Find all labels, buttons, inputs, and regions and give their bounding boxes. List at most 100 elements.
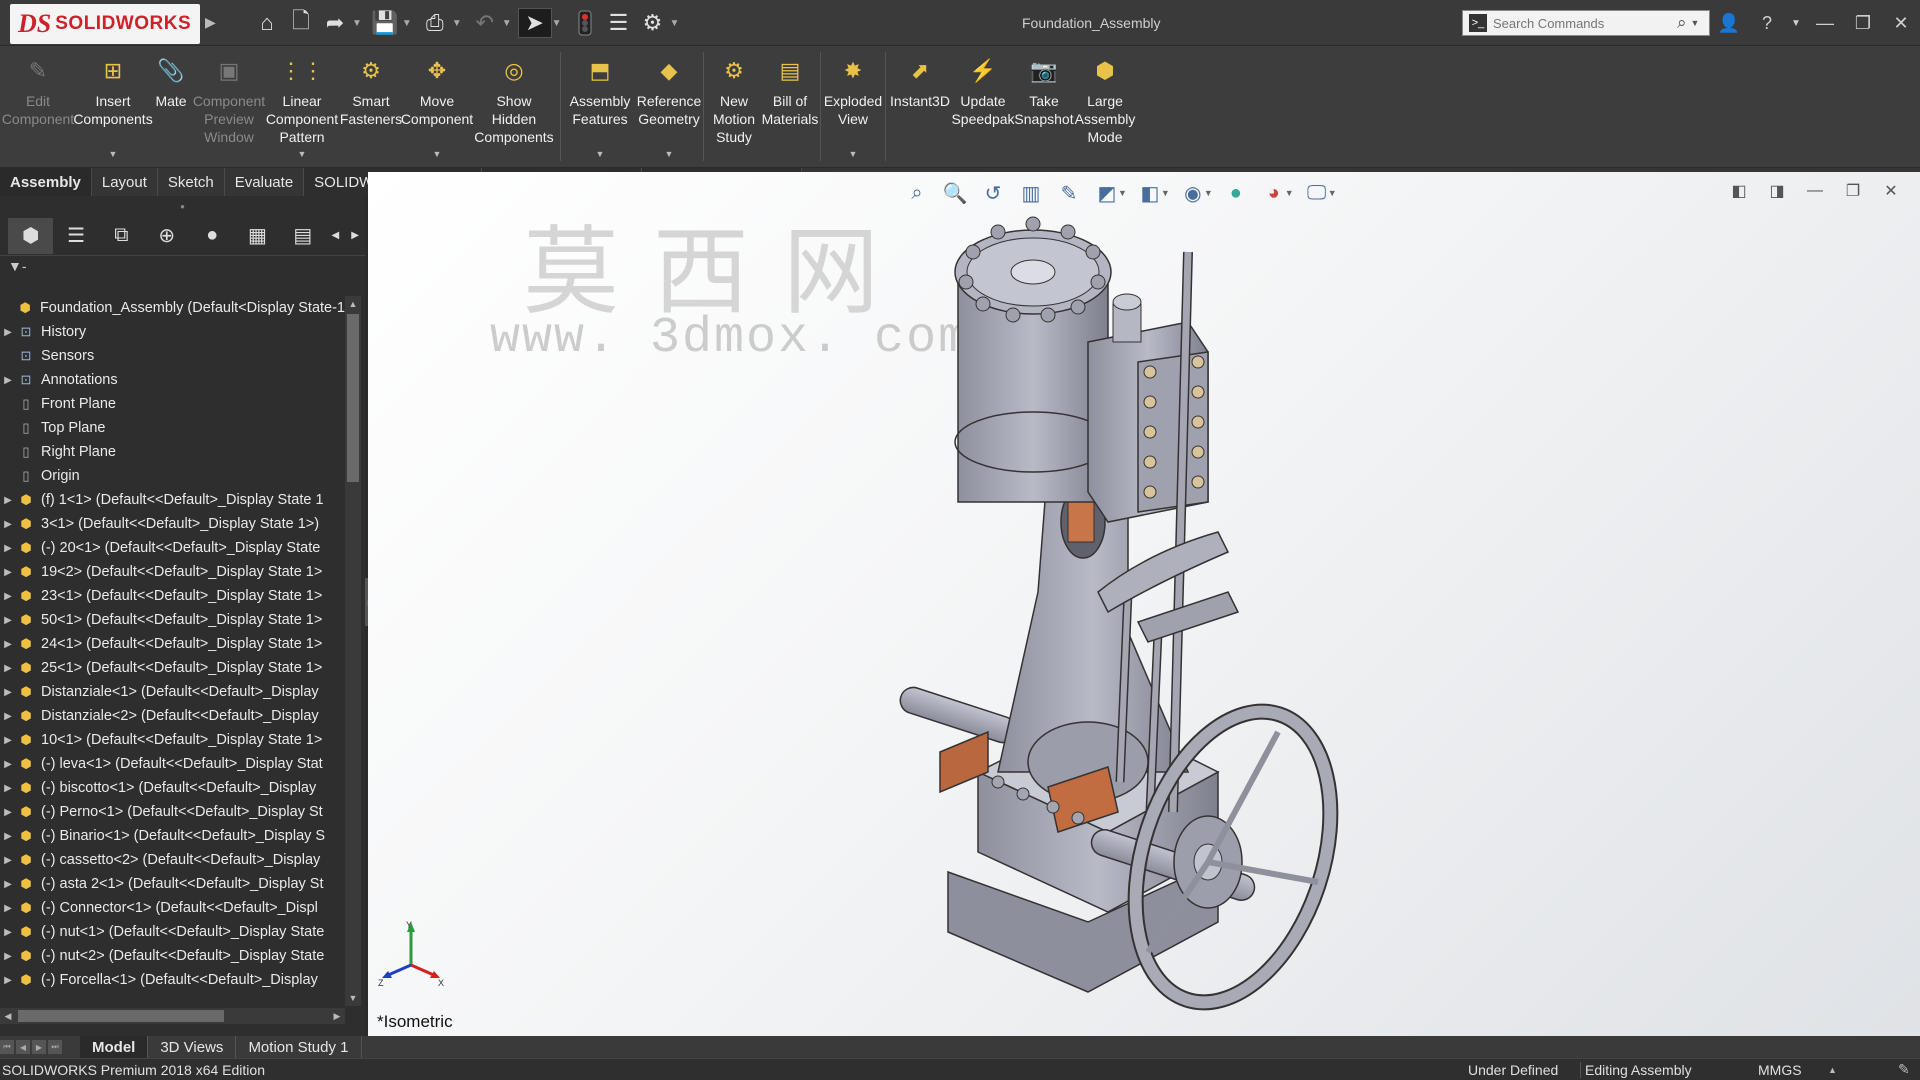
ribbon-dropdown-icon[interactable]: ▼ (109, 145, 118, 163)
section-view-icon[interactable]: ▥ (1012, 177, 1050, 209)
first-tab-icon[interactable]: ⏮ (0, 1040, 14, 1054)
next-tab-icon[interactable]: ▶ (32, 1040, 46, 1054)
ribbon-dropdown-icon[interactable]: ▼ (596, 145, 605, 163)
ribbon-button-reference-geometry[interactable]: ◆ Reference Geometry ▼ (637, 46, 702, 167)
ribbon-dropdown-icon[interactable]: ▼ (849, 145, 858, 163)
undo-icon[interactable]: ↶ (468, 8, 502, 38)
ribbon-button-assembly-features[interactable]: ⬒ Assembly Features ▼ (565, 46, 635, 167)
expand-arrow-icon[interactable]: ▶ (0, 975, 16, 986)
tree-item[interactable]: ▶ ⬢ (-) nut<1> (Default<<Default>_Display … (0, 920, 345, 944)
bottom-tab-motion-study-1[interactable]: Motion Study 1 (236, 1036, 362, 1058)
ribbon-button-move-component[interactable]: ✥ Move Component ▼ (401, 46, 473, 167)
graphics-viewport[interactable]: 莫西网 www. 3dmox. com ⌕ 🔍 ↺ ▥ ✎ ◩ ▼ ◧ ▼ ◉ ▼ ●… (368, 172, 1920, 1036)
options-dropdown-icon[interactable]: ▼ (670, 18, 680, 29)
viewport-close-icon[interactable]: ✕ (1872, 178, 1910, 204)
steam-engine-model[interactable] (888, 212, 1408, 1032)
ribbon-dropdown-icon[interactable]: ▼ (665, 145, 674, 163)
scroll-left-icon[interactable]: ◀ (0, 1008, 16, 1024)
expand-arrow-icon[interactable]: ▶ (0, 783, 16, 794)
zoom-to-fit-icon[interactable]: ⌕ (898, 177, 936, 209)
tree-item[interactable]: ▶⬢(-) Biella<2> (Default<<Default>_Displ… (0, 992, 345, 996)
collapse-left-icon[interactable]: ◧ (1720, 178, 1758, 204)
tree-item[interactable]: ▶ ⬢ 19<2> (Default<<Default>_Display State… (0, 560, 345, 584)
home-icon[interactable]: ⌂ (250, 8, 284, 38)
minimize-icon[interactable]: — (1806, 8, 1844, 38)
ribbon-button-speedpak[interactable]: ⚡ Update Speedpak (951, 46, 1014, 167)
tree-item[interactable]: ▶ ⬢ (-) Binario<1> (Default<<Default>_Disp… (0, 824, 345, 848)
ribbon-button-smart-fasteners[interactable]: ⚙ Smart Fasteners (340, 46, 402, 167)
expand-arrow-icon[interactable]: ▶ (0, 711, 16, 722)
search-dropdown-icon[interactable]: ▼ (1691, 18, 1700, 28)
expand-arrow-icon[interactable]: ▶ (0, 855, 16, 866)
save-icon[interactable]: 💾 (368, 8, 402, 38)
quick-tips-icon[interactable]: ✎ (1898, 1061, 1910, 1078)
tree-item[interactable]: ▶ ⬢ 10<1> (Default<<Default>_Display State… (0, 728, 345, 752)
expand-arrow-icon[interactable]: ▶ (0, 759, 16, 770)
hscroll-thumb[interactable] (18, 1010, 224, 1022)
file-properties-icon[interactable]: ☰ (602, 8, 636, 38)
scroll-right-icon[interactable]: ▶ (329, 1008, 345, 1024)
tree-horizontal-scrollbar[interactable]: ◀ ▶ (0, 1008, 345, 1024)
tab-sketch[interactable]: Sketch (158, 168, 225, 196)
tree-item[interactable]: ⊡ Sensors (0, 344, 345, 368)
expand-arrow-icon[interactable]: ▶ (0, 639, 16, 650)
save-dropdown-icon[interactable]: ▼ (402, 18, 412, 29)
panel-scroll-left-icon[interactable]: ◀ (326, 218, 346, 254)
ribbon-button-exploded-view[interactable]: ✸ Exploded View ▼ (824, 46, 882, 167)
ribbon-button-preview-window[interactable]: ▣ Component Preview Window (193, 46, 265, 167)
tree-item[interactable]: ▶ ⬢ (-) Forcella<1> (Default<<Default>_Dis… (0, 968, 345, 992)
cam-tree-tab-icon[interactable]: ▤ (280, 218, 325, 254)
expand-arrow-icon[interactable]: ▶ (0, 375, 16, 386)
expand-arrow-icon[interactable]: ▶ (0, 543, 16, 554)
view-settings-dropdown-icon[interactable]: ▼ (1328, 188, 1337, 198)
print-icon[interactable]: ⎙ (418, 8, 452, 38)
prev-tab-icon[interactable]: ◀ (16, 1040, 30, 1054)
apply-scene-dropdown-icon[interactable]: ▼ (1285, 188, 1294, 198)
help-dropdown-icon[interactable]: ▼ (1786, 8, 1806, 38)
tree-item[interactable]: ▶ ⬢ (-) leva<1> (Default<<Default>_Display… (0, 752, 345, 776)
rebuild-traffic-light-icon[interactable] (568, 8, 602, 38)
bottom-tab-3d-views[interactable]: 3D Views (148, 1036, 237, 1058)
expand-arrow-icon[interactable]: ▶ (0, 879, 16, 890)
tree-item[interactable]: ▶ ⬢ (-) asta 2<1> (Default<<Default>_Displ… (0, 872, 345, 896)
tree-item[interactable]: ▶ ⬢ (-) 20<1> (Default<<Default>_Display S… (0, 536, 345, 560)
tab-layout[interactable]: Layout (92, 168, 158, 196)
tree-item[interactable]: ▶ ⬢ (f) 1<1> (Default<<Default>_Display St… (0, 488, 345, 512)
options-gear-icon[interactable]: ⚙ (636, 8, 670, 38)
expand-arrow-icon[interactable]: ▶ (0, 327, 16, 338)
dynamic-annotation-icon[interactable]: ✎ (1050, 177, 1088, 209)
tree-item[interactable]: ▯ Right Plane (0, 440, 345, 464)
restore-icon[interactable]: ❐ (1844, 8, 1882, 38)
print-dropdown-icon[interactable]: ▼ (452, 18, 462, 29)
tree-filter-icon[interactable]: ▼- (0, 256, 365, 276)
expand-arrow-icon[interactable]: ▶ (0, 831, 16, 842)
display-manager-tab-icon[interactable]: ● (189, 218, 234, 254)
expand-arrow-icon[interactable]: ▶ (0, 495, 16, 506)
view-orientation-dropdown-icon[interactable]: ▼ (1118, 188, 1127, 198)
ribbon-dropdown-icon[interactable]: ▼ (433, 145, 442, 163)
expand-arrow-icon[interactable]: ▶ (0, 951, 16, 962)
expand-arrow-icon[interactable]: ▶ (0, 615, 16, 626)
tree-item[interactable]: ▶ ⬢ (-) biscotto<1> (Default<<Default>_Dis… (0, 776, 345, 800)
ribbon-button-linear-pattern[interactable]: ⋮⋮ Linear Component Pattern ▼ (266, 46, 338, 167)
viewport-restore-icon[interactable]: ❐ (1834, 178, 1872, 204)
tree-item[interactable]: ▶ ⬢ (-) Connector<1> (Default<<Default>_Di… (0, 896, 345, 920)
collapse-right-icon[interactable]: ◨ (1758, 178, 1796, 204)
panel-scroll-right-icon[interactable]: ▶ (345, 218, 365, 254)
ribbon-button-bill-of-materials[interactable]: ▤ Bill of Materials (762, 46, 819, 167)
tree-item[interactable]: ▶ ⊡ History (0, 320, 345, 344)
new-document-icon[interactable]: 🗋 (284, 8, 318, 38)
display-style-dropdown-icon[interactable]: ▼ (1161, 188, 1170, 198)
cam-manager-tab-icon[interactable]: ▦ (235, 218, 280, 254)
previous-view-icon[interactable]: ↺ (974, 177, 1012, 209)
ribbon-button-edit-component[interactable]: ✎ Edit Component (2, 46, 74, 167)
edit-appearance-icon[interactable]: ● (1217, 177, 1255, 209)
viewport-minimize-icon[interactable]: — (1796, 178, 1834, 204)
unit-system[interactable]: MMGS (1758, 1062, 1802, 1078)
property-manager-tab-icon[interactable]: ☰ (53, 218, 98, 254)
expand-arrow-icon[interactable]: ▶ (0, 735, 16, 746)
help-icon[interactable]: ? (1748, 8, 1786, 38)
open-icon[interactable]: ➦ (318, 8, 352, 38)
ribbon-button-motion-study[interactable]: ⚙ New Motion Study (708, 46, 760, 167)
ribbon-button-show-hidden[interactable]: ◎ Show Hidden Components (472, 46, 556, 167)
